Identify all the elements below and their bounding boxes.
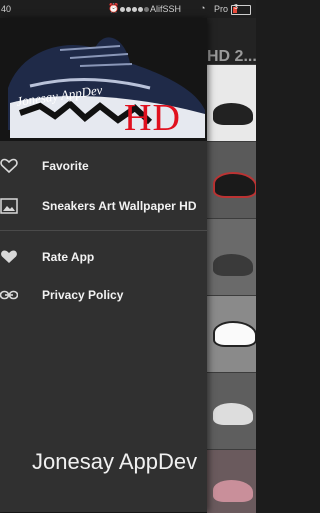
heart-outline-icon xyxy=(0,158,18,174)
status-bar: 40 ⏰ AlifSSH ◔ Pro 3 xyxy=(0,0,256,18)
image-icon xyxy=(0,198,18,214)
signal-strength-icon xyxy=(120,4,150,14)
status-time: 40 xyxy=(1,4,12,14)
menu-item-wallpapers[interactable]: Sneakers Art Wallpaper HD xyxy=(0,187,207,225)
wallpaper-thumbnail[interactable] xyxy=(207,449,256,513)
wifi-icon: ◔ xyxy=(200,3,206,13)
menu-item-privacy-policy[interactable]: Privacy Policy xyxy=(0,276,207,314)
alarm-icon: ⏰ xyxy=(108,3,120,13)
drawer-header-image: Jonesay AppDev HD xyxy=(0,18,207,141)
wallpaper-thumbnail[interactable] xyxy=(207,64,256,141)
heart-icon xyxy=(1,250,17,263)
menu-item-label: Favorite xyxy=(42,159,89,173)
menu-item-rate-app[interactable]: Rate App xyxy=(0,238,207,276)
status-carrier: AlifSSH xyxy=(150,4,182,14)
hd-badge: HD xyxy=(124,97,181,139)
wallpaper-thumbnail[interactable] xyxy=(207,372,256,449)
status-network: Pro xyxy=(214,4,229,14)
link-icon xyxy=(0,290,18,300)
menu-item-favorite[interactable]: Favorite xyxy=(0,147,207,185)
wallpaper-thumbnail[interactable] xyxy=(207,141,256,218)
menu-item-label: Rate App xyxy=(42,250,95,264)
wallpaper-thumbnail[interactable] xyxy=(207,218,256,295)
battery-level: 3 xyxy=(234,4,238,11)
navigation-drawer: Jonesay AppDev HD Favorite Sneakers Art … xyxy=(0,18,207,512)
menu-divider xyxy=(0,230,207,231)
menu-item-label: Sneakers Art Wallpaper HD xyxy=(42,199,197,213)
menu-item-label: Privacy Policy xyxy=(42,288,124,302)
footer-brand: Jonesay AppDev xyxy=(32,449,198,474)
wallpaper-thumbnail[interactable] xyxy=(207,295,256,372)
